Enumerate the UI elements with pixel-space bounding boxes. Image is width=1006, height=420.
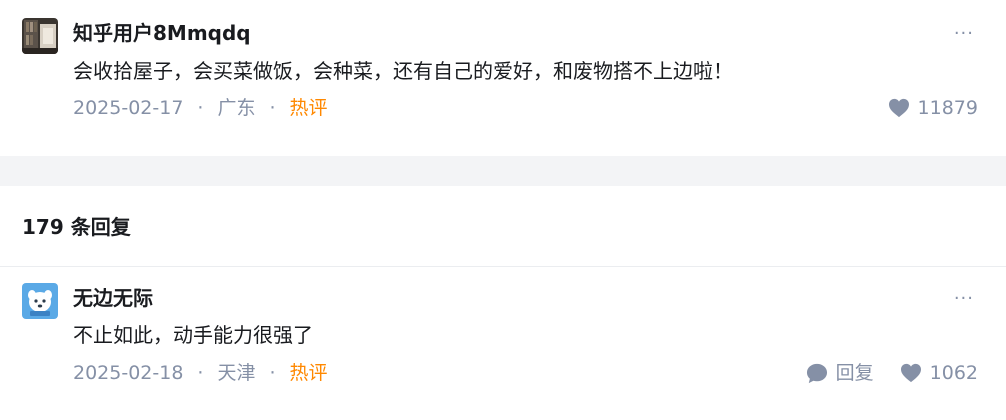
comment-meta: 2025-02-17 · 广东 · 热评 bbox=[73, 95, 328, 121]
like-button[interactable]: 11879 bbox=[888, 95, 978, 121]
comment-actions: 回复 1062 bbox=[806, 360, 978, 386]
like-count: 1062 bbox=[929, 362, 978, 384]
meta-separator: · bbox=[197, 362, 204, 384]
avatar-image bbox=[22, 18, 58, 54]
like-button[interactable]: 1062 bbox=[900, 360, 978, 386]
reply-button[interactable]: 回复 bbox=[806, 360, 874, 386]
meta-separator: · bbox=[269, 97, 276, 119]
comment-text: 会收拾屋子，会买菜做饭，会种菜，还有自己的爱好，和废物搭不上边啦！ bbox=[73, 59, 733, 83]
section-divider bbox=[0, 156, 1006, 186]
comment-location: 广东 bbox=[217, 97, 256, 119]
comment-meta: 2025-02-18 · 天津 · 热评 bbox=[73, 360, 328, 386]
username[interactable]: 无边无际 bbox=[73, 285, 153, 311]
more-icon[interactable]: ··· bbox=[954, 24, 974, 44]
reply-label: 回复 bbox=[835, 362, 874, 384]
comment-item: 无边无际 ··· 不止如此，动手能力很强了 2025-02-18 · 天津 · … bbox=[0, 267, 1006, 420]
comment-actions: 11879 bbox=[888, 95, 978, 121]
like-count: 11879 bbox=[917, 97, 978, 119]
comment-text: 不止如此，动手能力很强了 bbox=[73, 323, 313, 347]
comment-date: 2025-02-18 bbox=[73, 362, 184, 384]
avatar-image bbox=[22, 283, 58, 319]
meta-separator: · bbox=[197, 97, 204, 119]
reply-count-heading: 179 条回复 bbox=[22, 215, 131, 239]
avatar[interactable] bbox=[22, 18, 58, 54]
comment-item: 知乎用户8Mmqdq ··· 会收拾屋子，会买菜做饭，会种菜，还有自己的爱好，和… bbox=[0, 0, 1006, 156]
hot-badge: 热评 bbox=[289, 97, 328, 119]
more-icon[interactable]: ··· bbox=[954, 289, 974, 309]
comment-bubble-icon bbox=[806, 363, 827, 383]
heart-icon bbox=[900, 363, 921, 383]
meta-separator: · bbox=[269, 362, 276, 384]
username[interactable]: 知乎用户8Mmqdq bbox=[73, 20, 251, 46]
comment-location: 天津 bbox=[217, 362, 256, 384]
hot-badge: 热评 bbox=[289, 362, 328, 384]
comment-date: 2025-02-17 bbox=[73, 97, 184, 119]
avatar[interactable] bbox=[22, 283, 58, 319]
heart-icon bbox=[888, 98, 909, 118]
